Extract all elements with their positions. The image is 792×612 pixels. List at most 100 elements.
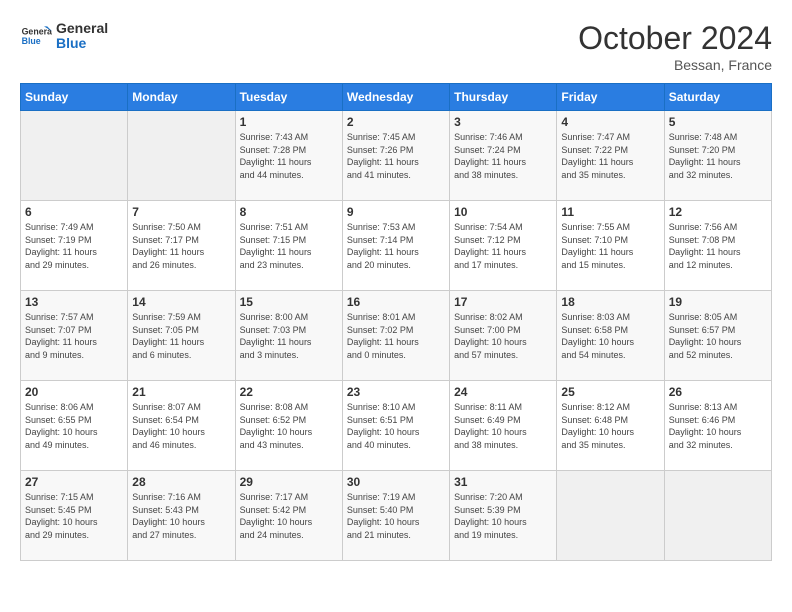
day-info: Sunrise: 7:45 AM Sunset: 7:26 PM Dayligh… <box>347 131 445 181</box>
day-info: Sunrise: 8:11 AM Sunset: 6:49 PM Dayligh… <box>454 401 552 451</box>
calendar-week-1: 1Sunrise: 7:43 AM Sunset: 7:28 PM Daylig… <box>21 111 772 201</box>
day-info: Sunrise: 8:01 AM Sunset: 7:02 PM Dayligh… <box>347 311 445 361</box>
day-number: 5 <box>669 115 767 129</box>
day-info: Sunrise: 7:17 AM Sunset: 5:42 PM Dayligh… <box>240 491 338 541</box>
calendar-cell <box>664 471 771 561</box>
day-info: Sunrise: 7:48 AM Sunset: 7:20 PM Dayligh… <box>669 131 767 181</box>
day-number: 21 <box>132 385 230 399</box>
calendar-cell <box>21 111 128 201</box>
day-header-monday: Monday <box>128 84 235 111</box>
day-number: 23 <box>347 385 445 399</box>
day-number: 2 <box>347 115 445 129</box>
header: General Blue General Blue October 2024 B… <box>20 20 772 73</box>
calendar-cell: 13Sunrise: 7:57 AM Sunset: 7:07 PM Dayli… <box>21 291 128 381</box>
day-info: Sunrise: 8:12 AM Sunset: 6:48 PM Dayligh… <box>561 401 659 451</box>
calendar-cell: 14 Sunrise: 7:59 AM Sunset: 7:05 PM Dayli… <box>128 291 235 381</box>
calendar-week-5: 27 Sunrise: 7:15 AM Sunset: 5:45 PM Dayli… <box>21 471 772 561</box>
day-info: Sunrise: 7:59 AM Sunset: 7:05 PM Dayligh… <box>132 311 230 361</box>
day-number: 28 <box>132 475 230 489</box>
day-info: Sunrise: 7:53 AM Sunset: 7:14 PM Dayligh… <box>347 221 445 271</box>
calendar-cell: 2 Sunrise: 7:45 AM Sunset: 7:26 PM Daylig… <box>342 111 449 201</box>
calendar-cell: 12Sunrise: 7:56 AM Sunset: 7:08 PM Dayli… <box>664 201 771 291</box>
calendar-cell: 21 Sunrise: 8:07 AM Sunset: 6:54 PM Dayli… <box>128 381 235 471</box>
month-title: October 2024 <box>578 20 772 57</box>
calendar-header-row: SundayMondayTuesdayWednesdayThursdayFrid… <box>21 84 772 111</box>
calendar-cell <box>128 111 235 201</box>
calendar-cell: 19 Sunrise: 8:05 AM Sunset: 6:57 PM Dayli… <box>664 291 771 381</box>
day-number: 30 <box>347 475 445 489</box>
title-area: October 2024 Bessan, France <box>578 20 772 73</box>
calendar-cell: 15 Sunrise: 8:00 AM Sunset: 7:03 PM Dayli… <box>235 291 342 381</box>
calendar-cell: 26Sunrise: 8:13 AM Sunset: 6:46 PM Dayli… <box>664 381 771 471</box>
day-number: 16 <box>347 295 445 309</box>
calendar-cell: 16 Sunrise: 8:01 AM Sunset: 7:02 PM Dayli… <box>342 291 449 381</box>
day-info: Sunrise: 7:50 AM Sunset: 7:17 PM Dayligh… <box>132 221 230 271</box>
calendar-cell: 18 Sunrise: 8:03 AM Sunset: 6:58 PM Dayli… <box>557 291 664 381</box>
day-number: 31 <box>454 475 552 489</box>
day-number: 17 <box>454 295 552 309</box>
day-header-thursday: Thursday <box>450 84 557 111</box>
day-number: 4 <box>561 115 659 129</box>
logo: General Blue General Blue <box>20 20 108 52</box>
day-number: 26 <box>669 385 767 399</box>
day-info: Sunrise: 8:02 AM Sunset: 7:00 PM Dayligh… <box>454 311 552 361</box>
calendar-cell: 28 Sunrise: 7:16 AM Sunset: 5:43 PM Dayli… <box>128 471 235 561</box>
calendar-week-2: 6 Sunrise: 7:49 AM Sunset: 7:19 PM Daylig… <box>21 201 772 291</box>
logo-text-general: General <box>56 21 108 36</box>
calendar-cell: 6 Sunrise: 7:49 AM Sunset: 7:19 PM Daylig… <box>21 201 128 291</box>
day-header-sunday: Sunday <box>21 84 128 111</box>
day-info: Sunrise: 8:05 AM Sunset: 6:57 PM Dayligh… <box>669 311 767 361</box>
calendar-body: 1Sunrise: 7:43 AM Sunset: 7:28 PM Daylig… <box>21 111 772 561</box>
calendar-cell: 3Sunrise: 7:46 AM Sunset: 7:24 PM Daylig… <box>450 111 557 201</box>
day-number: 14 <box>132 295 230 309</box>
day-number: 9 <box>347 205 445 219</box>
calendar-cell: 17 Sunrise: 8:02 AM Sunset: 7:00 PM Dayli… <box>450 291 557 381</box>
day-number: 11 <box>561 205 659 219</box>
day-number: 3 <box>454 115 552 129</box>
calendar-cell: 20 Sunrise: 8:06 AM Sunset: 6:55 PM Dayli… <box>21 381 128 471</box>
day-info: Sunrise: 8:07 AM Sunset: 6:54 PM Dayligh… <box>132 401 230 451</box>
calendar-table: SundayMondayTuesdayWednesdayThursdayFrid… <box>20 83 772 561</box>
day-info: Sunrise: 8:03 AM Sunset: 6:58 PM Dayligh… <box>561 311 659 361</box>
day-number: 12 <box>669 205 767 219</box>
day-number: 15 <box>240 295 338 309</box>
day-number: 8 <box>240 205 338 219</box>
calendar-cell: 30 Sunrise: 7:19 AM Sunset: 5:40 PM Dayli… <box>342 471 449 561</box>
day-number: 27 <box>25 475 123 489</box>
calendar-cell: 1Sunrise: 7:43 AM Sunset: 7:28 PM Daylig… <box>235 111 342 201</box>
calendar-cell: 9 Sunrise: 7:53 AM Sunset: 7:14 PM Daylig… <box>342 201 449 291</box>
day-number: 6 <box>25 205 123 219</box>
calendar-cell: 8 Sunrise: 7:51 AM Sunset: 7:15 PM Daylig… <box>235 201 342 291</box>
day-number: 19 <box>669 295 767 309</box>
day-info: Sunrise: 8:06 AM Sunset: 6:55 PM Dayligh… <box>25 401 123 451</box>
calendar-cell: 25 Sunrise: 8:12 AM Sunset: 6:48 PM Dayli… <box>557 381 664 471</box>
day-info: Sunrise: 7:51 AM Sunset: 7:15 PM Dayligh… <box>240 221 338 271</box>
day-info: Sunrise: 7:20 AM Sunset: 5:39 PM Dayligh… <box>454 491 552 541</box>
day-number: 24 <box>454 385 552 399</box>
calendar-cell: 11Sunrise: 7:55 AM Sunset: 7:10 PM Dayli… <box>557 201 664 291</box>
calendar-cell: 24 Sunrise: 8:11 AM Sunset: 6:49 PM Dayli… <box>450 381 557 471</box>
calendar-cell: 5 Sunrise: 7:48 AM Sunset: 7:20 PM Daylig… <box>664 111 771 201</box>
day-number: 22 <box>240 385 338 399</box>
day-info: Sunrise: 7:43 AM Sunset: 7:28 PM Dayligh… <box>240 131 338 181</box>
day-info: Sunrise: 7:57 AM Sunset: 7:07 PM Dayligh… <box>25 311 123 361</box>
calendar-cell: 31 Sunrise: 7:20 AM Sunset: 5:39 PM Dayli… <box>450 471 557 561</box>
day-info: Sunrise: 7:47 AM Sunset: 7:22 PM Dayligh… <box>561 131 659 181</box>
day-number: 25 <box>561 385 659 399</box>
day-info: Sunrise: 7:54 AM Sunset: 7:12 PM Dayligh… <box>454 221 552 271</box>
calendar-week-3: 13Sunrise: 7:57 AM Sunset: 7:07 PM Dayli… <box>21 291 772 381</box>
calendar-cell: 23Sunrise: 8:10 AM Sunset: 6:51 PM Dayli… <box>342 381 449 471</box>
logo-text-blue: Blue <box>56 36 108 51</box>
calendar-week-4: 20 Sunrise: 8:06 AM Sunset: 6:55 PM Dayli… <box>21 381 772 471</box>
day-info: Sunrise: 7:19 AM Sunset: 5:40 PM Dayligh… <box>347 491 445 541</box>
location: Bessan, France <box>578 57 772 73</box>
day-info: Sunrise: 7:15 AM Sunset: 5:45 PM Dayligh… <box>25 491 123 541</box>
day-number: 18 <box>561 295 659 309</box>
day-number: 10 <box>454 205 552 219</box>
day-number: 20 <box>25 385 123 399</box>
day-info: Sunrise: 8:08 AM Sunset: 6:52 PM Dayligh… <box>240 401 338 451</box>
day-info: Sunrise: 7:49 AM Sunset: 7:19 PM Dayligh… <box>25 221 123 271</box>
day-info: Sunrise: 8:00 AM Sunset: 7:03 PM Dayligh… <box>240 311 338 361</box>
day-header-wednesday: Wednesday <box>342 84 449 111</box>
day-info: Sunrise: 7:16 AM Sunset: 5:43 PM Dayligh… <box>132 491 230 541</box>
